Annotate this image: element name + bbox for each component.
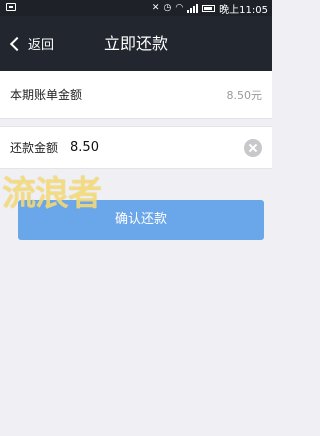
bill-amount-row: 本期账单金额 8.50元	[0, 71, 272, 119]
confirm-payment-button[interactable]: 确认还款	[18, 200, 264, 240]
battery-icon	[202, 4, 216, 12]
status-bar: ✕ ◷ ◠ 晚上11:05	[0, 0, 272, 16]
signal-icon	[187, 3, 199, 13]
payment-amount-input[interactable]	[70, 140, 221, 155]
bill-amount-value: 8.50元	[226, 88, 263, 102]
mute-icon: ✕	[151, 3, 160, 13]
nav-bar: 返回 立即还款	[0, 16, 272, 71]
wifi-icon: ◠	[175, 3, 184, 13]
back-button[interactable]: 返回	[8, 16, 54, 71]
back-label: 返回	[28, 38, 55, 53]
chevron-left-icon	[9, 36, 25, 51]
payment-amount-row: 还款金额	[0, 126, 272, 169]
bill-amount-label: 本期账单金额	[10, 88, 83, 102]
notification-icon	[6, 3, 16, 11]
clear-input-icon[interactable]	[244, 138, 262, 157]
alarm-icon: ◷	[163, 3, 172, 13]
payment-amount-label: 还款金额	[10, 141, 59, 155]
status-time: 晚上11:05	[219, 4, 268, 16]
status-icons: ✕ ◷ ◠ 晚上11:05	[151, 1, 268, 16]
